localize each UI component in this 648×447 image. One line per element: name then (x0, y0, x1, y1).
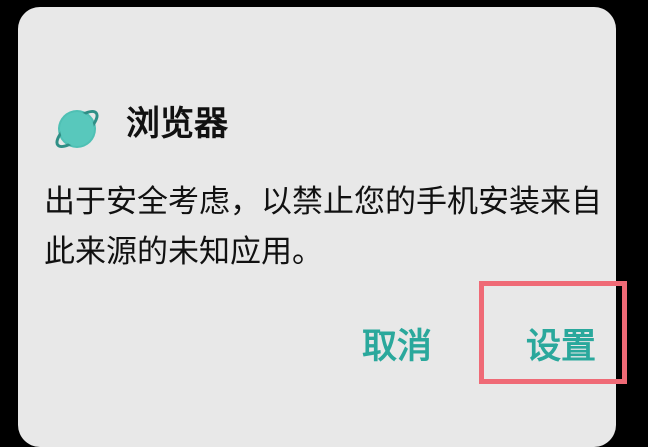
browser-planet-icon (55, 110, 99, 148)
cancel-button[interactable]: 取消 (362, 323, 432, 371)
dialog-message: 出于安全考虑，以禁止您的手机安装来自此来源的未知应用。 (44, 184, 602, 270)
settings-highlight-box (479, 281, 627, 384)
dialog-title: 浏览器 (126, 104, 228, 144)
